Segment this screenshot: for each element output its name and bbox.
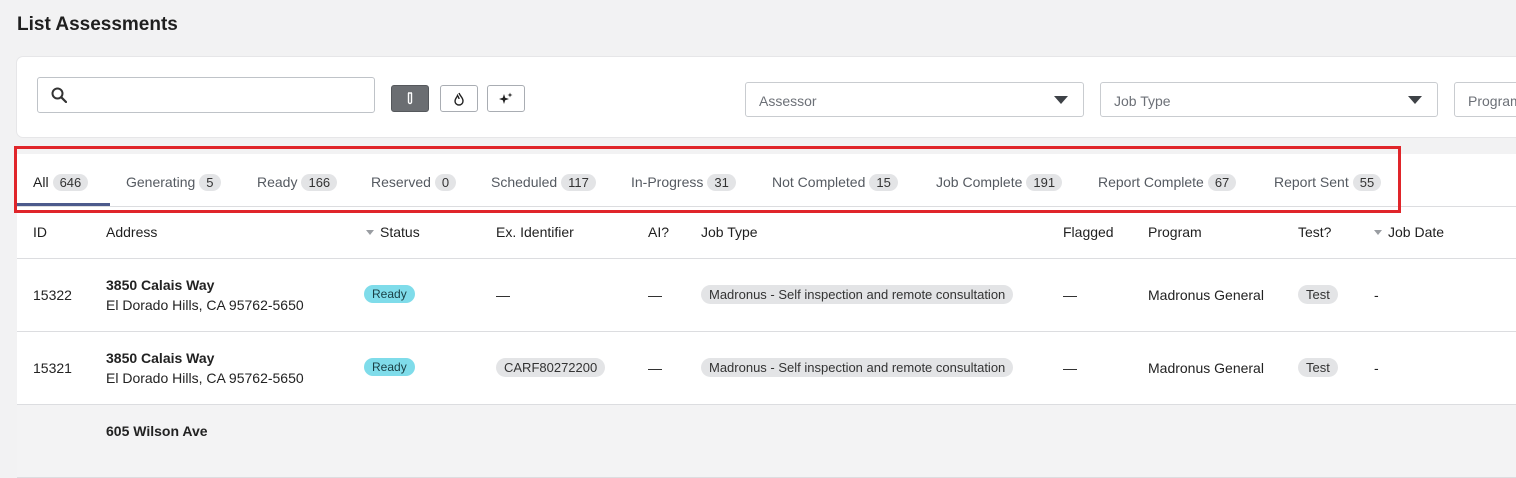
table-header: ID Address Status Ex. Identifier AI? Job… — [17, 206, 1516, 259]
address-line-2: El Dorado Hills, CA 95762-5650 — [106, 297, 304, 313]
table-row[interactable]: 15322 3850 Calais Way El Dorado Hills, C… — [17, 259, 1516, 332]
flagged-value: — — [1063, 287, 1077, 303]
status-badge: Ready — [364, 358, 415, 376]
ex-identifier-badge: CARF80272200 — [496, 358, 606, 377]
column-status-label: Status — [380, 224, 420, 240]
test-badge: Test — [1298, 285, 1338, 304]
tabs-highlight-box — [14, 146, 1401, 213]
chevron-down-icon — [1408, 96, 1422, 104]
sparkle-icon — [499, 92, 513, 104]
sort-icon — [366, 230, 374, 235]
test-badge: Test — [1298, 358, 1338, 377]
program-value: Madronus General — [1148, 287, 1264, 303]
chevron-down-icon — [1054, 96, 1068, 104]
flame-icon — [454, 92, 464, 106]
ai-filter-button[interactable] — [487, 85, 525, 112]
flagged-value: — — [1063, 360, 1077, 376]
ex-identifier: — — [496, 287, 510, 303]
row-id: 15322 — [33, 287, 72, 303]
job-date-value: - — [1374, 360, 1379, 376]
column-job-date-label: Job Date — [1388, 224, 1445, 240]
row-id: 15321 — [33, 360, 72, 376]
column-ai[interactable]: AI? — [648, 224, 669, 240]
table-row[interactable]: 15321 3850 Calais Way El Dorado Hills, C… — [17, 332, 1516, 405]
column-flagged[interactable]: Flagged — [1063, 224, 1114, 240]
job-type-badge: Madronus - Self inspection and remote co… — [701, 358, 1014, 377]
column-job-type[interactable]: Job Type — [701, 224, 758, 240]
test-filter-button[interactable] — [391, 85, 429, 112]
column-test[interactable]: Test? — [1298, 224, 1331, 240]
table-row[interactable]: 605 Wilson Ave — [17, 405, 1516, 478]
program-value: Madronus General — [1148, 360, 1264, 376]
column-status[interactable]: Status — [366, 224, 420, 240]
search-box[interactable] — [37, 77, 375, 114]
filter-bar: Assessor Job Type Program — [17, 57, 1516, 137]
column-job-date[interactable]: Job Date — [1374, 224, 1444, 240]
column-id[interactable]: ID — [33, 224, 47, 240]
job-date-value: - — [1374, 287, 1379, 303]
job-type-select[interactable]: Job Type — [1100, 82, 1438, 117]
test-tube-icon — [407, 91, 413, 104]
job-type-badge: Madronus - Self inspection and remote co… — [701, 285, 1014, 304]
status-badge: Ready — [364, 285, 415, 303]
page-title: List Assessments — [17, 14, 178, 35]
search-input[interactable] — [78, 78, 372, 114]
column-program[interactable]: Program — [1148, 224, 1202, 240]
address-line-1[interactable]: 3850 Calais Way — [106, 350, 214, 366]
ai-value: — — [648, 360, 662, 376]
program-select[interactable]: Program — [1454, 82, 1516, 117]
address-line-1[interactable]: 605 Wilson Ave — [106, 423, 208, 439]
address-line-2: El Dorado Hills, CA 95762-5650 — [106, 370, 304, 386]
assessor-select[interactable]: Assessor — [745, 82, 1084, 117]
column-ex-identifier[interactable]: Ex. Identifier — [496, 224, 574, 240]
column-address[interactable]: Address — [106, 224, 157, 240]
job-type-placeholder: Job Type — [1114, 93, 1171, 109]
program-placeholder: Program — [1468, 93, 1516, 109]
assessor-placeholder: Assessor — [759, 93, 817, 109]
address-line-1[interactable]: 3850 Calais Way — [106, 277, 214, 293]
ai-value: — — [648, 287, 662, 303]
search-icon — [51, 87, 67, 103]
sort-icon — [1374, 230, 1382, 235]
fire-filter-button[interactable] — [440, 85, 478, 112]
